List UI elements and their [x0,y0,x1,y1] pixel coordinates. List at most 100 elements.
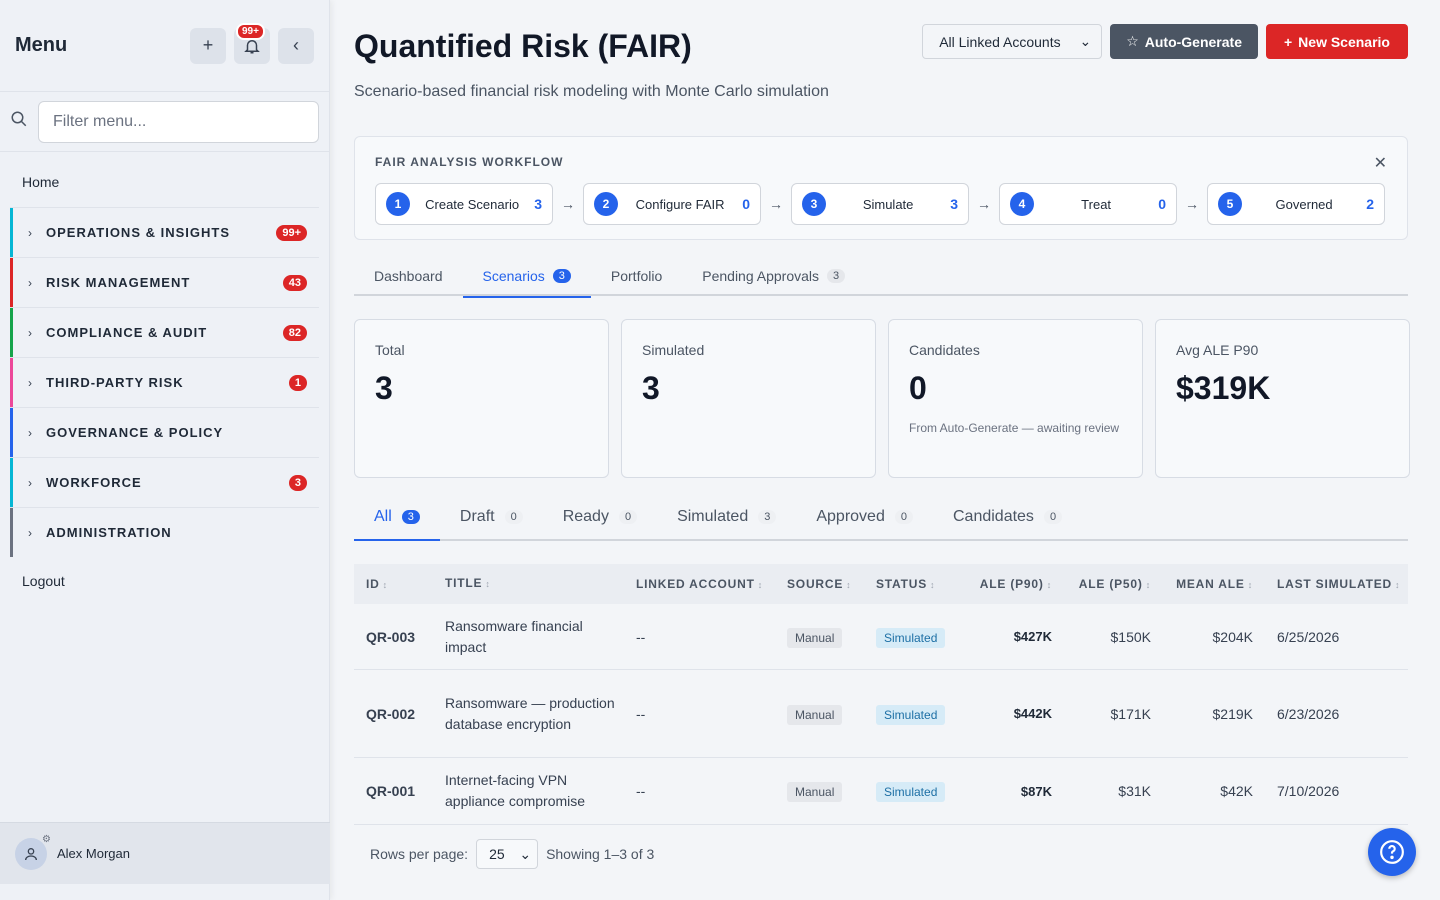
sidebar-section-operations[interactable]: › OPERATIONS & INSIGHTS 99+ [10,207,319,257]
summary-cards: Total 3 Simulated 3 Candidates 0 From Au… [354,319,1410,478]
filter-tab-candidates[interactable]: Candidates 0 [933,494,1082,539]
sidebar-section-administration[interactable]: › ADMINISTRATION [10,507,319,557]
section-label: ADMINISTRATION [46,525,172,540]
card-value: 0 [909,370,927,406]
linked-account-select[interactable]: All Linked Accounts ⌄ [922,24,1103,59]
filter-tab-count: 3 [401,509,420,524]
collapse-sidebar-button[interactable]: ‹ [278,27,314,64]
filter-menu-input[interactable] [38,100,319,143]
column-header-label: ALE (P90) [979,577,1044,591]
cell-id: QR-003 [366,628,416,645]
card-avg-ale-p90: Avg ALE P90 $319K [1155,319,1410,478]
chevron-right-icon: › [28,425,32,440]
page-subtitle: Scenario-based financial risk modeling w… [354,83,829,100]
auto-generate-button[interactable]: ☆ Auto-Generate [1110,24,1258,59]
column-header-label: TITLE [445,576,483,590]
column-header-last-simulated[interactable]: LAST SIMULATED ↕ [1261,577,1408,591]
sidebar-section-risk-management[interactable]: › RISK MANAGEMENT 43 [10,257,319,307]
card-label: Simulated [642,342,705,358]
sort-icon: ↕ [757,580,764,590]
arrow-right-icon: → [561,196,575,212]
close-icon[interactable]: ✕ [1374,153,1387,173]
sidebar-section-governance[interactable]: › GOVERNANCE & POLICY [10,407,319,457]
section-color-bar [10,458,13,507]
tab-label: Scenarios [482,268,545,284]
sidebar-section-third-party[interactable]: › THIRD-PARTY RISK 1 [10,357,319,407]
notifications-button[interactable]: 99+ [234,22,270,64]
sort-icon: ↕ [485,579,491,589]
tab-pending-approvals[interactable]: Pending Approvals 3 [682,256,865,296]
filter-tab-ready[interactable]: Ready 0 [543,494,657,539]
filter-tab-simulated[interactable]: Simulated 3 [657,494,796,539]
table-pagination: Rows per page: 25 ⌄ Showing 1–3 of 3 [354,826,1408,882]
filter-tab-all[interactable]: All 3 [354,494,440,541]
sidebar-section-compliance[interactable]: › COMPLIANCE & AUDIT 82 [10,307,319,357]
cell-linked-account: -- [636,628,646,645]
sidebar-section-workforce[interactable]: › WORKFORCE 3 [10,457,319,507]
section-label: WORKFORCE [46,475,142,490]
fair-workflow-panel: FAIR ANALYSIS WORKFLOW ✕ 1 Create Scenar… [354,136,1408,240]
column-header-ale-p90[interactable]: ALE (P90) ↕ [961,577,1060,591]
workflow-step-treat[interactable]: 4 Treat 0 [999,183,1177,225]
column-header-id[interactable]: ID ↕ [354,577,433,591]
cell-ale-p90: $427K [1013,629,1052,644]
table-row[interactable]: QR-003 Ransomware financial impact -- Ma… [354,604,1408,670]
table-header: ID ↕ TITLE ↕ LINKED ACCOUNT ↕ SOURCE ↕ STATU… [354,564,1408,604]
filter-tab-approved[interactable]: Approved 0 [796,494,933,539]
cell-mean-ale: $42K [1220,783,1253,799]
cell-title: Ransomware financial impact [445,617,583,655]
showing-range: Showing 1–3 of 3 [546,846,655,862]
help-button[interactable] [1368,828,1416,876]
card-simulated: Simulated 3 [621,319,876,478]
column-header-mean-ale[interactable]: MEAN ALE ↕ [1159,577,1261,591]
user-profile[interactable]: ⚙ Alex Morgan [0,822,330,884]
column-header-linked-account[interactable]: LINKED ACCOUNT ↕ [624,577,775,591]
step-count: 2 [1366,196,1374,212]
workflow-step-create[interactable]: 1 Create Scenario 3 [375,183,553,225]
table-row[interactable]: QR-001 Internet-facing VPN appliance com… [354,758,1408,825]
new-scenario-button[interactable]: + New Scenario [1265,24,1408,59]
plus-icon: + [202,35,214,55]
section-label: THIRD-PARTY RISK [46,375,184,390]
sidebar-item-home[interactable]: Home [0,152,329,207]
card-value: $319K [1176,370,1271,406]
tab-dashboard[interactable]: Dashboard [354,256,463,296]
column-header-source[interactable]: SOURCE ↕ [775,577,864,591]
section-color-bar [10,208,13,257]
workflow-step-configure[interactable]: 2 Configure FAIR 0 [583,183,761,225]
step-number: 3 [802,192,826,216]
add-button[interactable]: + [190,27,226,64]
cell-mean-ale: $204K [1212,628,1253,645]
rows-per-page-value: 25 [489,846,505,862]
gear-icon: ⚙ [42,833,51,845]
column-header-title[interactable]: TITLE ↕ [433,573,624,595]
filter-tab-label: Simulated [677,507,749,525]
tab-scenarios[interactable]: Scenarios 3 [462,256,592,298]
step-count: 0 [1158,196,1166,212]
column-header-ale-p50[interactable]: ALE (P50) ↕ [1060,577,1159,591]
column-header-status[interactable]: STATUS ↕ [864,577,961,591]
cell-ale-p90: $87K [1020,783,1052,799]
workflow-step-simulate[interactable]: 3 Simulate 3 [791,183,969,225]
tab-portfolio[interactable]: Portfolio [591,256,682,296]
tab-count-badge: 3 [827,269,846,283]
arrow-right-icon: → [1185,196,1199,212]
sidebar-item-logout[interactable]: Logout [0,557,329,605]
header-actions: All Linked Accounts ⌄ ☆ Auto-Generate + … [922,24,1408,59]
source-badge: Manual [787,704,843,725]
table-row[interactable]: QR-002 Ransomware — production database … [354,670,1408,758]
section-count-badge: 1 [288,374,307,391]
section-count-badge: 99+ [276,224,307,241]
cell-linked-account: -- [636,783,646,799]
step-label: Governed [1275,196,1333,212]
section-label: GOVERNANCE & POLICY [46,425,224,440]
workflow-step-governed[interactable]: 5 Governed 2 [1207,183,1385,225]
column-header-label: ALE (P50) [1078,577,1143,591]
section-color-bar [10,358,13,407]
chevron-down-icon: ⌄ [1079,33,1092,49]
cell-source: Manual [775,782,864,802]
filter-tab-draft[interactable]: Draft 0 [440,494,543,539]
rows-per-page-select[interactable]: 25 ⌄ [476,839,539,869]
filter-tab-label: Approved [816,507,885,525]
card-label: Candidates [909,342,980,358]
